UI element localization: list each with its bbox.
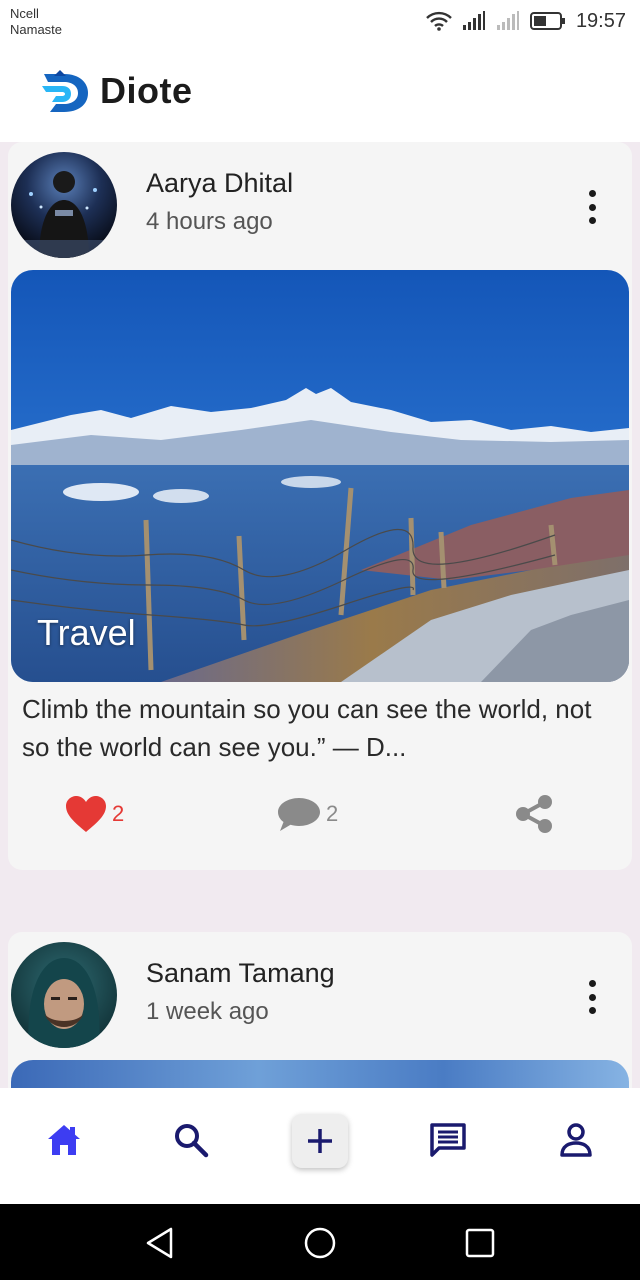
bottom-navigation [0, 1088, 640, 1204]
post-time: 4 hours ago [146, 208, 273, 235]
status-icons: 19:57 [426, 8, 626, 34]
signal-icon [462, 11, 485, 30]
nav-home[interactable] [44, 1120, 84, 1160]
nav-messages[interactable] [428, 1120, 468, 1160]
post-caption[interactable]: Climb the mountain so you can see the wo… [22, 690, 622, 766]
post-time: 1 week ago [146, 998, 269, 1025]
like-button[interactable]: 2 [64, 794, 124, 834]
diote-logo-icon[interactable] [40, 68, 92, 116]
post-image[interactable] [11, 1060, 629, 1088]
post-card[interactable]: Aarya Dhital 4 hours ago Travel Climb th… [8, 142, 632, 870]
nav-profile[interactable] [556, 1120, 596, 1160]
avatar[interactable] [11, 152, 117, 258]
chat-icon [430, 1123, 466, 1157]
like-count: 2 [112, 801, 125, 826]
status-bar: Ncell Namaste 19:57 [0, 0, 640, 44]
recent-apps-icon[interactable] [463, 1226, 497, 1260]
post-card[interactable]: Sanam Tamang 1 week ago [8, 932, 632, 1088]
post-author[interactable]: Sanam Tamang [146, 958, 335, 989]
profile-icon [560, 1123, 592, 1157]
back-icon[interactable] [143, 1226, 177, 1260]
share-icon [516, 795, 552, 833]
clock: 19:57 [575, 9, 626, 32]
add-icon [308, 1129, 332, 1153]
nav-search[interactable] [171, 1120, 211, 1160]
comment-icon [278, 798, 320, 831]
carrier-label: Ncell Namaste [10, 6, 62, 38]
battery-icon [529, 12, 565, 30]
search-icon [175, 1124, 209, 1158]
system-navigation-bar [0, 1204, 640, 1280]
share-button[interactable] [514, 794, 554, 834]
home-icon [48, 1125, 80, 1155]
carrier-name: Ncell [10, 6, 39, 21]
post-category-label: Travel [37, 612, 136, 653]
heart-icon [66, 796, 106, 832]
avatar[interactable] [11, 942, 117, 1048]
post-image[interactable]: Travel [11, 270, 629, 682]
signal-weak-icon [496, 11, 519, 30]
more-options-icon[interactable] [582, 190, 602, 224]
post-feed[interactable]: Aarya Dhital 4 hours ago Travel Climb th… [0, 142, 640, 1088]
app-header: Diote [0, 44, 640, 142]
comment-button[interactable]: 2 [276, 794, 338, 834]
wifi-icon [426, 11, 452, 31]
nav-add-post-button[interactable] [292, 1114, 348, 1168]
more-options-icon[interactable] [582, 980, 602, 1014]
home-circle-icon[interactable] [303, 1226, 337, 1260]
app-title: Diote [100, 70, 193, 111]
carrier-greeting: Namaste [10, 22, 63, 37]
comment-count: 2 [326, 801, 339, 826]
post-author[interactable]: Aarya Dhital [146, 168, 293, 199]
